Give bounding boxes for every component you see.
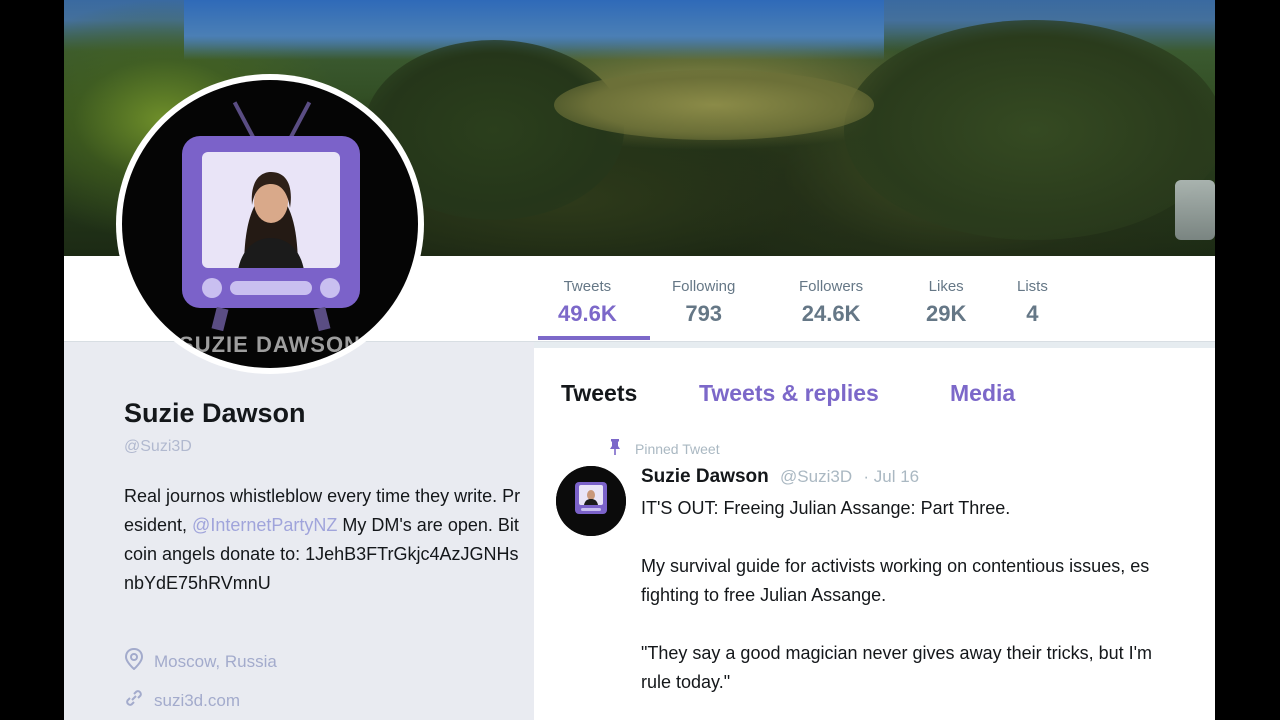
- tweet-paragraph: rule today.": [641, 672, 731, 692]
- stat-followers[interactable]: Followers 24.6K: [799, 278, 863, 327]
- portrait-icon: [238, 172, 304, 268]
- avatar-thumbnail-icon: [556, 466, 626, 536]
- timeline: Tweets Tweets & replies Media Pinned Twe…: [534, 348, 1215, 720]
- bio-mention-link[interactable]: @InternetPartyNZ: [192, 515, 337, 535]
- location-icon: [124, 647, 144, 675]
- profile-avatar[interactable]: SUZIE DAWSON: [116, 74, 424, 374]
- stat-value: 49.6K: [558, 301, 617, 326]
- tweet-author-handle: @Suzi3D: [780, 467, 853, 486]
- pinned-indicator: Pinned Tweet: [609, 438, 720, 459]
- tv-knob: [202, 278, 222, 298]
- tv-leg: [211, 306, 229, 332]
- website-link[interactable]: suzi3d.com: [154, 691, 240, 711]
- tv-controls: [200, 276, 342, 300]
- tab-media[interactable]: Media: [950, 380, 1015, 407]
- tweet-date[interactable]: · Jul 16: [863, 467, 919, 486]
- profile-website: suzi3d.com: [124, 688, 240, 713]
- tweet-header: Suzie Dawson @Suzi3D · Jul 16: [641, 466, 919, 488]
- stat-value: 4: [1026, 301, 1039, 326]
- tv-leg: [313, 306, 331, 332]
- stat-following[interactable]: Following 793: [672, 278, 735, 327]
- profile-bio: Real journos whistleblow every time they…: [124, 482, 524, 598]
- pin-icon: [609, 438, 621, 459]
- profile-handle: @Suzi3D: [124, 438, 192, 455]
- avatar-image: SUZIE DAWSON: [122, 80, 418, 368]
- tweet-author-name[interactable]: Suzie Dawson: [641, 466, 769, 487]
- stat-label: Likes: [928, 278, 964, 295]
- tab-tweets[interactable]: Tweets: [561, 380, 637, 407]
- tweet-author-avatar[interactable]: [556, 466, 626, 536]
- stat-tweets[interactable]: Tweets 49.6K: [558, 278, 617, 327]
- stat-label: Followers: [799, 278, 864, 295]
- tweet-paragraph: IT'S OUT: Freeing Julian Assange: Part T…: [641, 498, 1011, 518]
- banner-trees: [844, 20, 1215, 240]
- stat-lists[interactable]: Lists 4: [1017, 278, 1048, 327]
- link-icon: [124, 688, 144, 713]
- profile-location: Moscow, Russia: [124, 647, 277, 675]
- tweet-text: IT'S OUT: Freeing Julian Assange: Part T…: [641, 494, 1215, 697]
- tab-tweets-replies[interactable]: Tweets & replies: [699, 380, 879, 407]
- tv-graphic: [182, 136, 360, 308]
- stat-label: Following: [672, 278, 736, 295]
- tv-speaker: [230, 281, 312, 295]
- stat-value: 793: [685, 301, 723, 326]
- stat-label: Tweets: [563, 278, 612, 295]
- tv-screen: [202, 152, 340, 268]
- profile-display-name[interactable]: Suzie Dawson: [124, 398, 306, 429]
- active-stat-indicator: [538, 336, 650, 340]
- stat-value: 24.6K: [801, 301, 861, 326]
- stat-value: 29K: [926, 301, 967, 326]
- stat-label: Lists: [1017, 278, 1048, 295]
- tv-knob: [320, 278, 340, 298]
- tv-antenna: [288, 101, 312, 139]
- avatar-name-text: SUZIE DAWSON: [179, 332, 361, 357]
- banner-field: [554, 70, 874, 140]
- profile-page: Tweets 49.6K Following 793 Followers 24.…: [64, 0, 1215, 720]
- tv-antenna: [232, 101, 256, 139]
- banner-rock: [1175, 180, 1215, 240]
- tweet-paragraph: "They say a good magician never gives aw…: [641, 643, 1153, 663]
- tweet-paragraph: fighting to free Julian Assange.: [641, 585, 887, 605]
- stat-likes[interactable]: Likes 29K: [926, 278, 966, 327]
- pinned-label: Pinned Tweet: [635, 440, 720, 457]
- profile-sidebar: Suzie Dawson @Suzi3D Real journos whistl…: [64, 342, 534, 720]
- tweet-paragraph: My survival guide for activists working …: [641, 556, 1150, 576]
- location-text: Moscow, Russia: [154, 651, 277, 671]
